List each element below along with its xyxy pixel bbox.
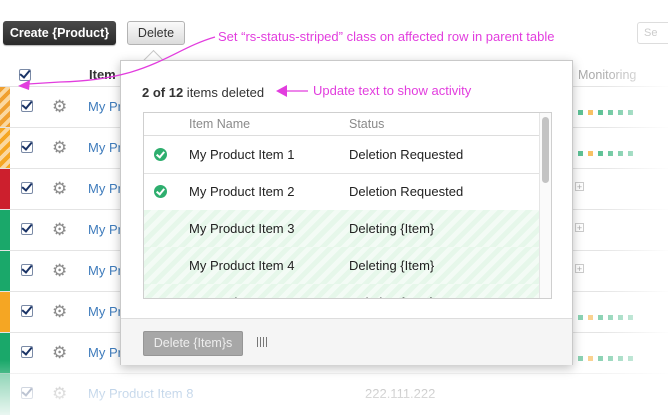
- annotation-striped-class: Set “rs-status-striped” class on affecte…: [218, 29, 555, 44]
- annotation-arrows: [18, 36, 308, 97]
- annotation-update-activity: Update text to show activity: [313, 83, 472, 98]
